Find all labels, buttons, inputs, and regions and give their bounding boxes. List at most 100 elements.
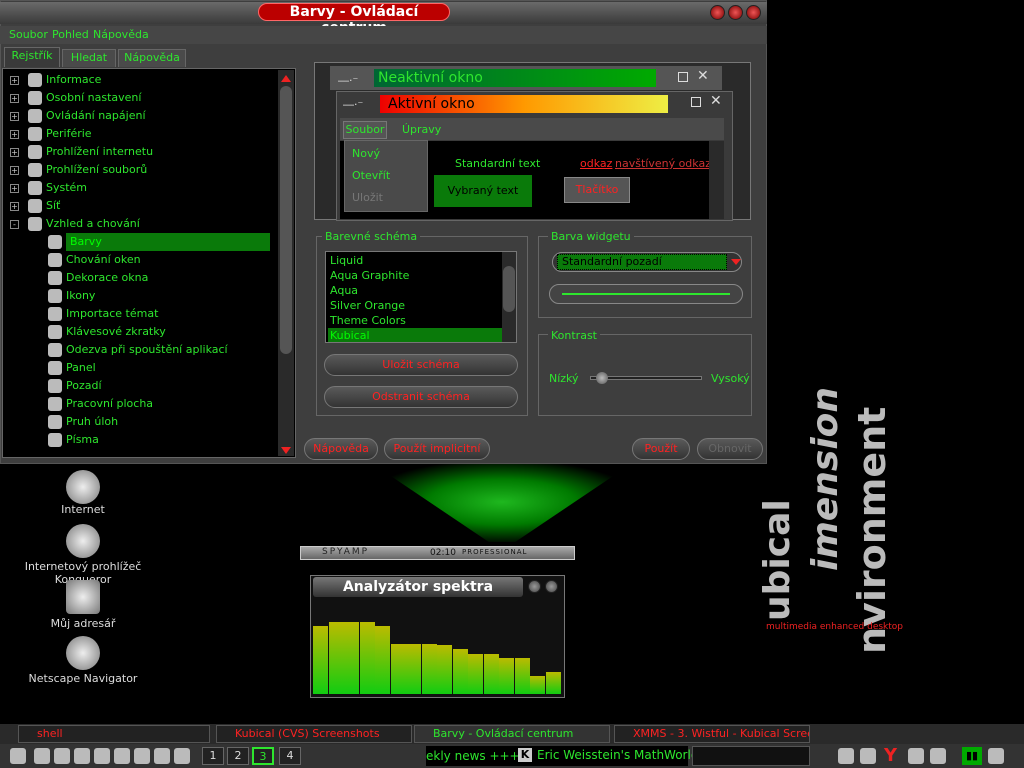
minimize-icon[interactable]	[528, 580, 541, 593]
button-sample[interactable]: Tlačítko	[564, 177, 630, 203]
tree-item[interactable]: + Osobní nastavení	[8, 89, 276, 107]
network-icon[interactable]	[988, 748, 1004, 764]
menu-view[interactable]: Pohled	[52, 28, 89, 41]
task-control-center[interactable]: Barvy - Ovládací centrum	[414, 725, 610, 743]
tree-item[interactable]: + Informace	[8, 71, 276, 89]
tree-item[interactable]: Pruh úloh	[8, 413, 276, 431]
popup-item-open[interactable]: Otevřít	[352, 169, 390, 182]
tree-item[interactable]: - Vzhled a chování	[8, 215, 276, 233]
chevron-down-icon[interactable]	[731, 259, 741, 265]
task-xmms[interactable]: XMMS - 3. Wistful - Kubical Screenshot	[614, 725, 810, 743]
tree-item[interactable]: Panel	[8, 359, 276, 377]
scroll-up-icon[interactable]	[281, 75, 291, 82]
clipboard-icon[interactable]	[908, 748, 924, 764]
tree-item[interactable]: Importace témat	[8, 305, 276, 323]
remove-scheme-button[interactable]: Odstranit schéma	[324, 386, 518, 408]
tree-item[interactable]: Pracovní plocha	[8, 395, 276, 413]
internet-icon[interactable]	[66, 470, 100, 504]
close-icon[interactable]	[746, 5, 761, 20]
tree-item[interactable]: Písma	[8, 431, 276, 449]
preview-scrollbar[interactable]	[709, 141, 724, 219]
tab-index[interactable]: Rejstřík	[4, 47, 60, 67]
desktop-4[interactable]: 4	[279, 747, 301, 765]
control-center-icon[interactable]	[154, 748, 170, 764]
tree-item[interactable]: Klávesové zkratky	[8, 323, 276, 341]
menu-file[interactable]: Soubor	[9, 28, 48, 41]
mini-command-field[interactable]	[692, 746, 810, 766]
tree-item[interactable]: Pozadí	[8, 377, 276, 395]
scroll-down-icon[interactable]	[281, 447, 291, 454]
home-icon[interactable]	[114, 748, 130, 764]
kmenu-icon[interactable]	[10, 748, 26, 764]
logout-icon[interactable]	[860, 748, 876, 764]
scheme-item[interactable]: Silver Orange	[328, 298, 506, 313]
expand-icon[interactable]: +	[10, 184, 19, 193]
expand-icon[interactable]: +	[10, 166, 19, 175]
help-button[interactable]: Nápověda	[304, 438, 378, 460]
desktop-icon[interactable]	[54, 748, 70, 764]
tree-item[interactable]: + Prohlížení internetu	[8, 143, 276, 161]
apply-button[interactable]: Použít	[632, 438, 690, 460]
tree-item[interactable]: Barvy	[8, 233, 276, 251]
tree-item[interactable]: Ikony	[8, 287, 276, 305]
menu-help[interactable]: Nápověda	[93, 28, 149, 41]
tree-item[interactable]: + Periférie	[8, 125, 276, 143]
tree-item[interactable]: Dekorace okna	[8, 269, 276, 287]
scheme-item[interactable]: Aqua	[328, 283, 506, 298]
browser-icon[interactable]	[134, 748, 150, 764]
desktop-icon-label: Netscape Navigator	[28, 672, 138, 685]
expand-icon[interactable]: +	[10, 148, 19, 157]
use-defaults-button[interactable]: Použít implicitní	[384, 438, 490, 460]
scheme-item[interactable]: Kubical	[328, 328, 506, 342]
expand-icon[interactable]: +	[10, 130, 19, 139]
refresh-icon[interactable]	[94, 748, 110, 764]
terminal-icon[interactable]	[74, 748, 90, 764]
window-menu-icon: ―·⁻	[343, 98, 364, 111]
scheme-item[interactable]: Aqua Graphite	[328, 268, 506, 283]
save-scheme-button[interactable]: Uložit schéma	[324, 354, 518, 376]
mixer-icon[interactable]	[930, 748, 946, 764]
tree-item[interactable]: + Prohlížení souborů	[8, 161, 276, 179]
clock[interactable]: ▮▮	[962, 747, 982, 765]
tree-item[interactable]: Odezva při spouštění aplikací	[8, 341, 276, 359]
link-sample[interactable]: odkaz	[580, 157, 612, 170]
tree-item[interactable]: + Ovládání napájení	[8, 107, 276, 125]
close-icon[interactable]	[545, 580, 558, 593]
scheme-item[interactable]: Liquid	[328, 253, 506, 268]
maximize-icon[interactable]	[728, 5, 743, 20]
expand-icon[interactable]: +	[10, 76, 19, 85]
home-folder-icon[interactable]	[66, 580, 100, 614]
netscape-icon[interactable]	[66, 636, 100, 670]
back-icon[interactable]	[34, 748, 50, 764]
popup-item-new[interactable]: Nový	[352, 147, 380, 160]
tab-search[interactable]: Hledat	[62, 49, 116, 67]
task-screenshots[interactable]: Kubical (CVS) Screenshots	[216, 725, 412, 743]
desktop-2[interactable]: 2	[227, 747, 249, 765]
collapse-icon[interactable]: -	[10, 220, 19, 229]
task-shell[interactable]: shell	[18, 725, 210, 743]
scroll-thumb[interactable]	[503, 266, 515, 312]
scroll-thumb[interactable]	[280, 86, 292, 354]
konqueror-icon[interactable]	[66, 524, 100, 558]
desktop-1[interactable]: 1	[202, 747, 224, 765]
tab-help[interactable]: Nápověda	[118, 49, 186, 67]
preview-menu-edit[interactable]: Úpravy	[402, 123, 441, 136]
desktop-3[interactable]: 3	[252, 747, 274, 765]
scheme-list[interactable]: Liquid Aqua Graphite Aqua Silver Orange Them…	[325, 251, 517, 343]
minimize-icon[interactable]	[710, 5, 725, 20]
lock-icon[interactable]	[838, 748, 854, 764]
scheme-item[interactable]: Theme Colors	[328, 313, 506, 328]
tree-item[interactable]: Chování oken	[8, 251, 276, 269]
y-icon[interactable]: Y	[884, 745, 897, 766]
slider-handle[interactable]	[596, 372, 608, 384]
visited-link-sample[interactable]: navštívený odkaz	[615, 157, 711, 170]
tree-item[interactable]: + Síť	[8, 197, 276, 215]
spectrum-bar	[313, 625, 328, 694]
preview-menu-file[interactable]: Soubor	[343, 121, 387, 139]
tree-item[interactable]: + Systém	[8, 179, 276, 197]
expand-icon[interactable]: +	[10, 94, 19, 103]
expand-icon[interactable]: +	[10, 112, 19, 121]
expand-icon[interactable]: +	[10, 202, 19, 211]
analyzer-title[interactable]: Analyzátor spektra	[313, 577, 523, 597]
tools-icon[interactable]	[174, 748, 190, 764]
